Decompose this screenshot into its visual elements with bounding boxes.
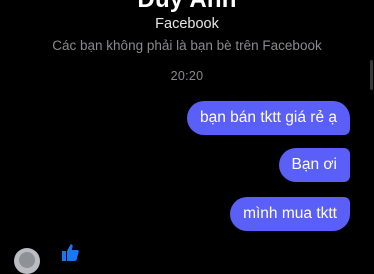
contact-name[interactable]: Duy Anh: [0, 0, 374, 14]
contact-source: Facebook: [155, 16, 219, 32]
avatar[interactable]: [14, 248, 40, 274]
thumbs-up-icon[interactable]: [60, 242, 80, 262]
message-bubble[interactable]: Bạn ơi: [278, 148, 350, 182]
message-bubble[interactable]: bạn bán tktt giá rẻ ạ: [186, 101, 350, 135]
not-friends-notice: Các bạn không phải là bạn bè trên Facebo…: [52, 38, 322, 53]
message-timestamp: 20:20: [170, 69, 204, 83]
message-bubble[interactable]: mình mua tktt: [230, 197, 350, 231]
scroll-indicator[interactable]: [370, 60, 373, 90]
